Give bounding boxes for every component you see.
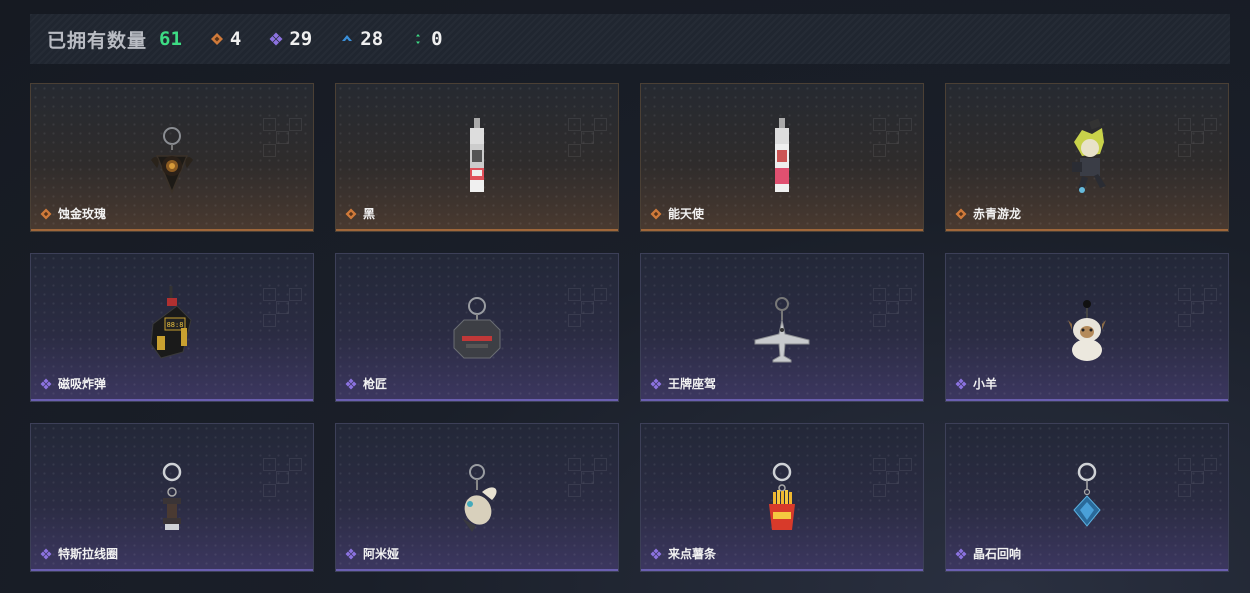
- owned-summary-bar: 已拥有数量 61 4 29 28 0: [30, 14, 1230, 64]
- orange-diamond-icon: [955, 208, 967, 219]
- sheep-charm-icon: [1068, 300, 1106, 361]
- charm-grid: 蚀金玫瑰 黑 能天使 赤青游龙 88:8 磁吸炸弹 枪匠 王牌座驾 小羊 特斯拉…: [30, 83, 1230, 573]
- purple-diamond-icon: [345, 548, 357, 559]
- charm-card[interactable]: 特斯拉线圈: [30, 423, 314, 572]
- charm-card[interactable]: 王牌座驾: [640, 253, 924, 402]
- charm-card[interactable]: 来点薯条: [640, 423, 924, 572]
- crystal-charm-icon: [1073, 462, 1101, 527]
- owned-count-label: 已拥有数量: [47, 29, 148, 52]
- orange-diamond-icon: [650, 208, 662, 219]
- charm-name: 能天使: [668, 207, 705, 221]
- charm-card[interactable]: 能天使: [640, 83, 924, 232]
- badge-charm-icon: [453, 297, 501, 359]
- purple-diamond-icon: [955, 378, 967, 389]
- charm-name: 赤青游龙: [973, 207, 1022, 221]
- stat-green: 0: [411, 28, 443, 50]
- charm-name: 晶石回响: [973, 547, 1022, 561]
- stat-purple: 29: [269, 28, 312, 50]
- stat-orange-value: 4: [229, 28, 242, 50]
- card-tag-icon: [470, 118, 484, 192]
- purple-diamond-icon: [650, 378, 662, 389]
- charm-card[interactable]: 晶石回响: [945, 423, 1229, 572]
- charm-card[interactable]: 黑: [335, 83, 619, 232]
- charm-card[interactable]: 赤青游龙: [945, 83, 1229, 232]
- stat-blue-value: 28: [360, 28, 384, 50]
- charm-card[interactable]: 88:8 磁吸炸弹: [30, 253, 314, 402]
- owned-count-total: 61: [159, 28, 182, 50]
- green-dots-icon: [416, 34, 421, 44]
- purple-diamond-icon: [955, 548, 967, 559]
- stat-orange: 4: [210, 28, 241, 50]
- charm-card[interactable]: 小羊: [945, 253, 1229, 402]
- purple-diamond-icon: [345, 378, 357, 389]
- charm-card[interactable]: 蚀金玫瑰: [30, 83, 314, 232]
- charm-card[interactable]: 阿米娅: [335, 423, 619, 572]
- charm-name: 蚀金玫瑰: [58, 207, 107, 221]
- tesla-coil-charm-icon: [162, 462, 182, 530]
- charm-card[interactable]: 枪匠: [335, 253, 619, 402]
- blue-chevron-icon: [342, 35, 353, 41]
- purple-diamond-icon: [40, 548, 52, 559]
- charm-name: 枪匠: [363, 377, 388, 391]
- stat-green-value: 0: [431, 28, 443, 50]
- rose-pendant-icon: [151, 127, 193, 194]
- purple-diamond-icon: [269, 32, 283, 46]
- stat-purple-value: 29: [289, 28, 313, 50]
- figure-charm-icon: [1072, 118, 1106, 193]
- svg-text:88:8: 88:8: [167, 321, 184, 329]
- plane-charm-icon: [754, 297, 810, 363]
- charm-name: 王牌座驾: [668, 377, 717, 391]
- charm-name: 特斯拉线圈: [58, 547, 119, 561]
- orange-diamond-icon: [345, 208, 357, 219]
- orange-diamond-icon: [210, 33, 223, 45]
- orange-diamond-icon: [40, 208, 52, 219]
- charm-name: 小羊: [973, 377, 998, 391]
- bomb-charm-icon: 88:8: [150, 286, 192, 359]
- fries-charm-icon: [769, 462, 795, 530]
- charm-name: 阿米娅: [363, 547, 400, 561]
- purple-diamond-icon: [40, 378, 52, 389]
- stat-blue: 28: [340, 28, 383, 50]
- bunny-charm-icon: [462, 464, 497, 532]
- charm-name: 黑: [363, 207, 376, 221]
- purple-diamond-icon: [650, 548, 662, 559]
- card-tag-icon: [775, 118, 789, 192]
- charm-name: 来点薯条: [668, 547, 717, 561]
- charm-name: 磁吸炸弹: [58, 377, 107, 391]
